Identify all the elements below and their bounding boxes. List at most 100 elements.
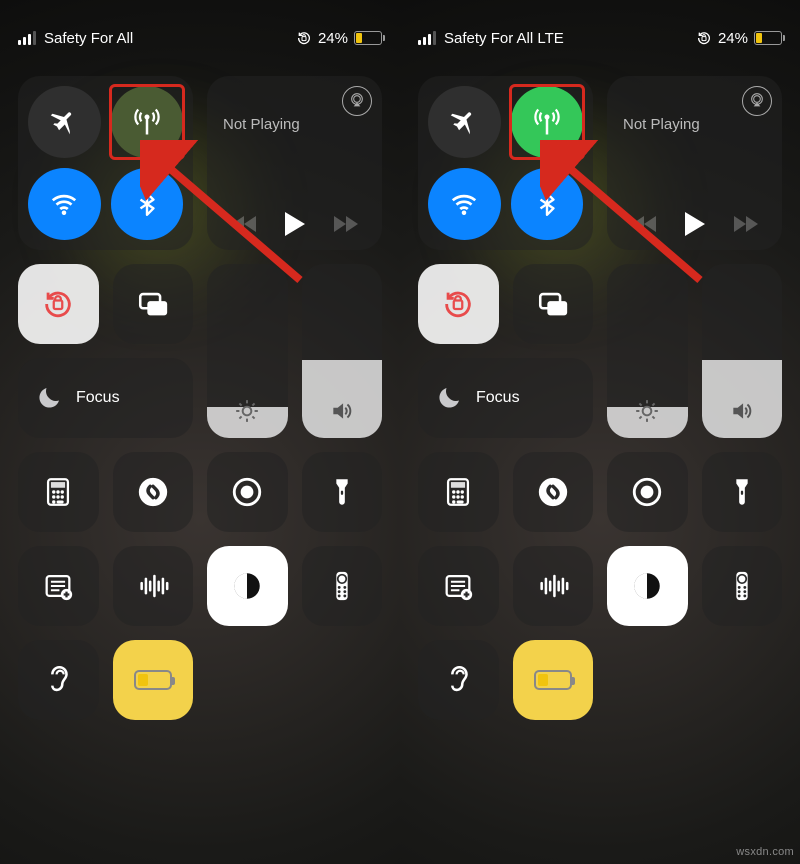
dark-mode-button[interactable] bbox=[607, 546, 688, 626]
speaker-icon bbox=[329, 398, 355, 424]
focus-button[interactable]: Focus bbox=[418, 358, 593, 438]
airplay-icon bbox=[349, 93, 365, 109]
brightness-slider[interactable] bbox=[207, 264, 288, 438]
orientation-lock-button[interactable] bbox=[418, 264, 499, 344]
media-playback-tile[interactable]: Not Playing bbox=[207, 76, 382, 250]
wifi-icon bbox=[49, 189, 79, 219]
record-icon bbox=[230, 475, 264, 509]
rewind-button[interactable] bbox=[632, 216, 656, 232]
shazam-button[interactable] bbox=[513, 452, 594, 532]
cellular-bars-icon bbox=[18, 31, 36, 45]
screen-record-button[interactable] bbox=[607, 452, 688, 532]
media-playback-tile[interactable]: Not Playing bbox=[607, 76, 782, 250]
flashlight-icon bbox=[725, 475, 759, 509]
low-power-icon bbox=[534, 670, 572, 690]
play-button[interactable] bbox=[685, 212, 705, 236]
rotation-lock-icon bbox=[441, 287, 475, 321]
speaker-icon bbox=[729, 398, 755, 424]
battery-percent: 24% bbox=[718, 30, 748, 47]
quick-note-button[interactable] bbox=[418, 546, 499, 626]
connectivity-tile bbox=[418, 76, 593, 250]
bluetooth-toggle[interactable] bbox=[511, 168, 584, 240]
apple-tv-remote-button[interactable] bbox=[302, 546, 383, 626]
notes-icon bbox=[441, 569, 475, 603]
airplane-mode-toggle[interactable] bbox=[428, 86, 501, 158]
voice-memos-button[interactable] bbox=[113, 546, 194, 626]
play-button[interactable] bbox=[285, 212, 305, 236]
dark-mode-icon bbox=[230, 569, 264, 603]
focus-label: Focus bbox=[76, 389, 120, 407]
flashlight-button[interactable] bbox=[302, 452, 383, 532]
cellular-data-toggle[interactable] bbox=[511, 86, 584, 158]
screen-mirroring-button[interactable] bbox=[113, 264, 194, 344]
battery-percent: 24% bbox=[318, 30, 348, 47]
connectivity-tile bbox=[18, 76, 193, 250]
fastforward-button[interactable] bbox=[734, 216, 758, 232]
airplay-button[interactable] bbox=[342, 86, 372, 116]
focus-label: Focus bbox=[476, 389, 520, 407]
dark-mode-icon bbox=[630, 569, 664, 603]
calculator-button[interactable] bbox=[18, 452, 99, 532]
ear-icon bbox=[41, 663, 75, 697]
dark-mode-button[interactable] bbox=[207, 546, 288, 626]
controls-grid: Not Playing bbox=[400, 64, 800, 732]
screen-mirroring-button[interactable] bbox=[513, 264, 594, 344]
shazam-button[interactable] bbox=[113, 452, 194, 532]
waveform-icon bbox=[536, 569, 570, 603]
hearing-button[interactable] bbox=[18, 640, 99, 720]
wifi-toggle[interactable] bbox=[28, 168, 101, 240]
hearing-button[interactable] bbox=[418, 640, 499, 720]
notes-icon bbox=[41, 569, 75, 603]
volume-slider[interactable] bbox=[302, 264, 383, 438]
calculator-button[interactable] bbox=[418, 452, 499, 532]
screen-mirroring-icon bbox=[136, 287, 170, 321]
cellular-data-toggle[interactable] bbox=[111, 86, 184, 158]
antenna-icon bbox=[132, 107, 162, 137]
low-power-mode-button[interactable] bbox=[513, 640, 594, 720]
carrier-name: Safety For All LTE bbox=[444, 30, 564, 47]
orientation-lock-button[interactable] bbox=[18, 264, 99, 344]
airplane-mode-toggle[interactable] bbox=[28, 86, 101, 158]
flashlight-button[interactable] bbox=[702, 452, 783, 532]
rewind-button[interactable] bbox=[232, 216, 256, 232]
rotation-lock-status-icon bbox=[296, 30, 312, 46]
apple-tv-remote-button[interactable] bbox=[702, 546, 783, 626]
control-center-left: Safety For All 24% bbox=[0, 0, 400, 864]
status-bar: Safety For All 24% bbox=[0, 0, 400, 64]
volume-slider[interactable] bbox=[702, 264, 783, 438]
calculator-icon bbox=[41, 475, 75, 509]
sun-icon bbox=[234, 398, 260, 424]
battery-icon bbox=[754, 31, 782, 45]
media-status-text: Not Playing bbox=[217, 116, 372, 212]
media-status-text: Not Playing bbox=[617, 116, 772, 212]
moon-icon bbox=[34, 383, 64, 413]
record-icon bbox=[630, 475, 664, 509]
side-by-side-comparison: Safety For All 24% bbox=[0, 0, 800, 864]
quick-note-button[interactable] bbox=[18, 546, 99, 626]
status-bar: Safety For All LTE 24% bbox=[400, 0, 800, 64]
brightness-slider[interactable] bbox=[607, 264, 688, 438]
bluetooth-toggle[interactable] bbox=[111, 168, 184, 240]
watermark-text: wsxdn.com bbox=[736, 846, 794, 858]
wifi-toggle[interactable] bbox=[428, 168, 501, 240]
focus-button[interactable]: Focus bbox=[18, 358, 193, 438]
low-power-mode-button[interactable] bbox=[113, 640, 194, 720]
battery-icon bbox=[354, 31, 382, 45]
low-power-icon bbox=[134, 670, 172, 690]
screen-mirroring-icon bbox=[536, 287, 570, 321]
remote-icon bbox=[325, 569, 359, 603]
sun-icon bbox=[634, 398, 660, 424]
controls-grid: Not Playing bbox=[0, 64, 400, 732]
voice-memos-button[interactable] bbox=[513, 546, 594, 626]
fastforward-button[interactable] bbox=[334, 216, 358, 232]
airplay-icon bbox=[749, 93, 765, 109]
shazam-icon bbox=[136, 475, 170, 509]
ear-icon bbox=[441, 663, 475, 697]
calculator-icon bbox=[441, 475, 475, 509]
antenna-icon bbox=[532, 107, 562, 137]
airplay-button[interactable] bbox=[742, 86, 772, 116]
moon-icon bbox=[434, 383, 464, 413]
rotation-lock-status-icon bbox=[696, 30, 712, 46]
airplane-icon bbox=[50, 108, 78, 136]
screen-record-button[interactable] bbox=[207, 452, 288, 532]
